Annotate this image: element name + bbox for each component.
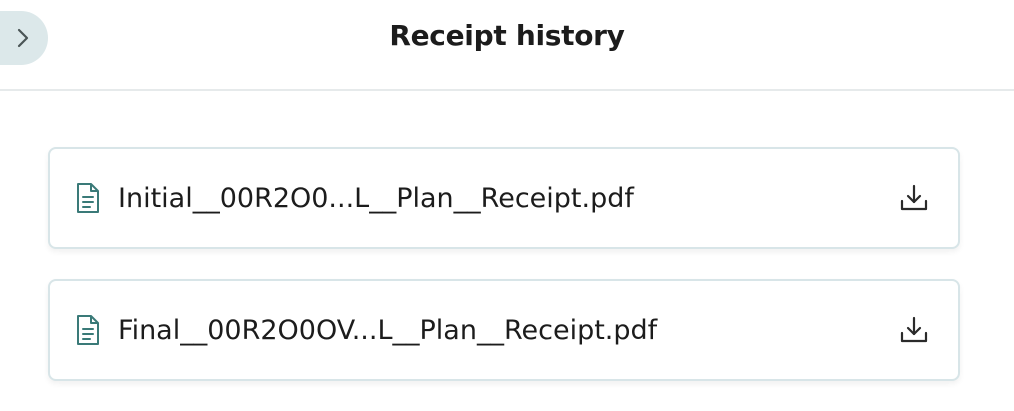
download-button[interactable] [896,312,932,348]
receipt-list: Initial__00R2O0...L__Plan__Receipt.pdf F… [48,147,960,411]
document-icon [77,315,99,345]
page-title: Receipt history [389,19,625,52]
receipt-file-name: Final__00R2O0OV...L__Plan__Receipt.pdf [118,314,658,346]
receipt-item[interactable]: Final__00R2O0OV...L__Plan__Receipt.pdf [48,279,960,381]
receipt-file-name: Initial__00R2O0...L__Plan__Receipt.pdf [118,182,634,214]
header-bar: Receipt history [0,0,1014,91]
download-icon [900,316,928,343]
download-icon [900,184,928,211]
document-icon [77,183,99,213]
download-button[interactable] [896,180,932,216]
receipt-item[interactable]: Initial__00R2O0...L__Plan__Receipt.pdf [48,147,960,249]
